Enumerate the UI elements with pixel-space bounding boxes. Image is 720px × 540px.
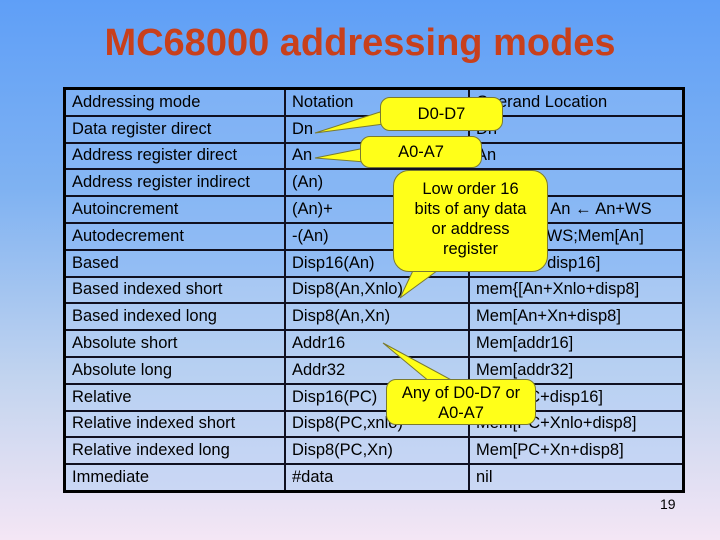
page-number: 19 (660, 496, 676, 512)
callout-line: A0-A7 (438, 404, 484, 422)
callout-tail-any-reg (382, 342, 456, 383)
callout-tail-a0a7 (314, 147, 366, 163)
callout-any-register: Any of D0-D7 or A0-A7 (386, 379, 536, 425)
callout-a0-a7: A0-A7 (360, 136, 482, 168)
callout-tails (314, 111, 456, 383)
callout-line: Low order 16 (422, 180, 519, 198)
callout-d0-d7: D0-D7 (380, 97, 503, 131)
callout-d0-d7-text: D0-D7 (417, 105, 466, 123)
callout-line: or address (431, 220, 510, 238)
callout-line: register (442, 240, 499, 258)
callout-tail-d0d7 (314, 111, 385, 134)
callout-line: bits of any data (414, 200, 527, 218)
callout-a0-a7-text: A0-A7 (398, 143, 444, 161)
callout-low-order-16: Low order 16 bits of any data or address… (393, 170, 548, 272)
callout-line: Any of D0-D7 or (401, 384, 521, 402)
